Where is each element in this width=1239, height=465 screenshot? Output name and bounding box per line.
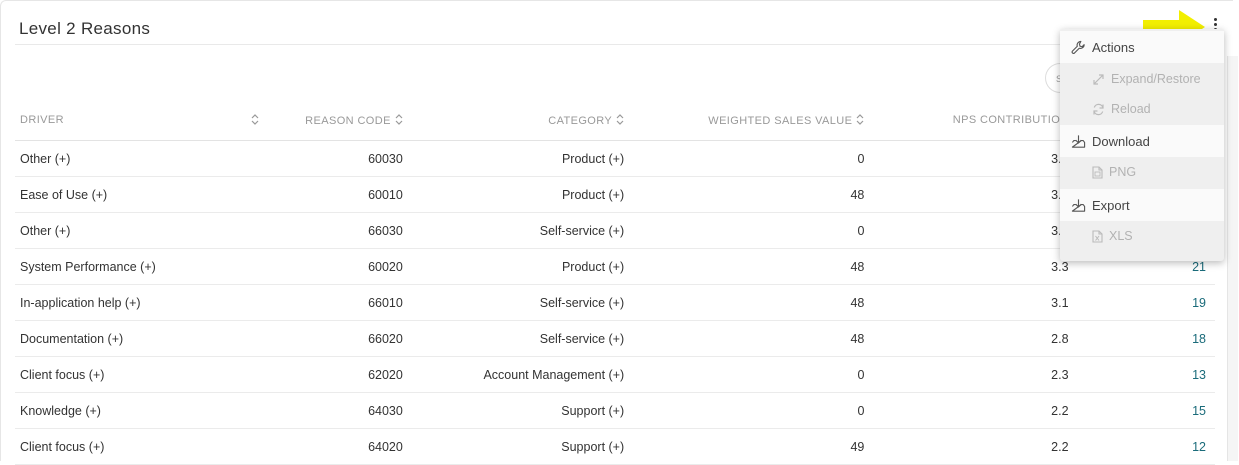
cell-driver: Ease of Use (+) [15,176,263,213]
xls-file-icon [1092,229,1103,243]
cell-reason-code: 66020 [262,320,403,357]
table-row[interactable]: Other (+)66030Self-service (+)03.3 [15,212,1215,249]
cell-nps-contribution: 3.7 [864,176,1069,213]
cell-reason-code: 60010 [262,176,403,213]
cell-reason-code: 66010 [262,284,403,321]
cell-reason-code: 64030 [262,392,403,429]
table-row[interactable]: Documentation (+) 66020 Self-service (+) 48… [15,320,1215,357]
col-header-nps-contribution[interactable]: NPS CONTRIBUTION [864,100,1069,141]
cell-weighted-sales-value: 0 [624,356,865,393]
cell-nps-contribution: 3.9 [864,140,1069,177]
download-icon [1071,134,1086,148]
sort-icon [616,113,624,125]
sort-icon [251,113,259,125]
widget-title: Level 2 Reasons [19,19,151,38]
cell-nps-contribution: 2.3 [864,356,1069,393]
cell-reason-code: 64020 [262,428,403,465]
cell-nps-contribution: 3.3 [864,212,1069,249]
cell-reason-code: 66030 [262,212,403,249]
cell-category: Self-service (+) [402,284,625,321]
cell-weighted-sales-value: 48 [624,284,865,321]
cell-driver: Other (+) [15,212,263,249]
cell-reason-code: 60030 [262,140,403,177]
table-row[interactable]: Other (+)60030Product (+)03.9 [15,140,1215,177]
cell-weighted-sales-value: 48 [624,176,865,213]
table-row[interactable]: In-application help (+) 66010 Self-service… [15,284,1215,321]
cell-nps-contribution: 2.2 [864,428,1069,465]
cell-weighted-sales-value: 0 [624,212,865,249]
col-header-category[interactable]: CATEGORY [402,100,625,141]
widget-panel: Level 2 Reasons S DRIVER REASON CODE CAT… [0,0,1233,465]
cell-category: Self-service (+) [402,320,625,357]
expand-icon [1093,73,1104,85]
cell-count: 15 [1068,392,1215,429]
cell-reason-code: 60020 [262,248,403,285]
cell-category: Support (+) [402,392,625,429]
col-header-driver[interactable]: DRIVER [15,100,243,141]
sort-icon [856,113,864,125]
reasons-table: DRIVER REASON CODE CATEGORY WEIGHTED SAL… [15,100,1215,465]
reload-icon [1093,103,1104,115]
menu-item-png[interactable]: PNG [1060,157,1224,187]
cell-weighted-sales-value: 0 [624,140,865,177]
cell-category: Product (+) [402,140,625,177]
cell-weighted-sales-value: 49 [624,428,865,465]
title-divider [15,44,1219,45]
cell-count: 18 [1068,320,1215,357]
scrollbar[interactable] [1227,56,1238,461]
cell-category: Support (+) [402,428,625,465]
table-row[interactable]: Client focus (+) 64020 Support (+) 49 2.2 12 [15,428,1215,465]
cell-weighted-sales-value: 48 [624,248,865,285]
col-header-weighted-sales-value[interactable]: WEIGHTED SALES VALUE [624,100,865,141]
table-row[interactable]: Knowledge (+) 64030 Support (+) 0 2.2 15 [15,392,1215,429]
table-header-row: DRIVER REASON CODE CATEGORY WEIGHTED SAL… [15,100,1215,141]
wrench-icon [1071,40,1085,54]
cell-nps-contribution: 2.8 [864,320,1069,357]
sort-driver[interactable] [242,100,263,141]
cell-weighted-sales-value: 0 [624,392,865,429]
cell-count: 13 [1068,356,1215,393]
menu-section-download: Download [1060,125,1224,157]
menu-section-export: Export [1060,189,1224,221]
col-header-reason-code[interactable]: REASON CODE [262,100,403,141]
cell-driver: Other (+) [15,140,263,177]
cell-driver: Knowledge (+) [15,392,263,429]
cell-driver: Client focus (+) [15,356,263,393]
cell-count: 12 [1068,428,1215,465]
cell-count: 19 [1068,284,1215,321]
cell-weighted-sales-value: 48 [624,320,865,357]
cell-driver: Documentation (+) [15,320,263,357]
table-row[interactable]: Ease of Use (+)60010Product (+)483.7 [15,176,1215,213]
actions-menu: Actions Expand/Restore Reload Download P… [1060,29,1224,261]
file-icon [1092,165,1103,179]
cell-nps-contribution: 3.1 [864,284,1069,321]
export-icon [1071,198,1086,212]
cell-category: Product (+) [402,176,625,213]
cell-driver: System Performance (+) [15,248,263,285]
cell-driver: Client focus (+) [15,428,263,465]
menu-item-xls[interactable]: XLS [1060,221,1224,251]
menu-item-expand-restore[interactable]: Expand/Restore [1060,64,1224,94]
table-row[interactable]: Client focus (+) 62020 Account Management … [15,356,1215,393]
cell-category: Product (+) [402,248,625,285]
cell-category: Self-service (+) [402,212,625,249]
cell-reason-code: 62020 [262,356,403,393]
menu-item-reload[interactable]: Reload [1060,94,1224,124]
menu-section-actions: Actions [1060,31,1224,63]
sort-icon [395,113,403,125]
table-row[interactable]: System Performance (+) 60020 Product (+) 48… [15,248,1215,285]
cell-driver: In-application help (+) [15,284,263,321]
cell-nps-contribution: 2.2 [864,392,1069,429]
cell-nps-contribution: 3.3 [864,248,1069,285]
cell-category: Account Management (+) [402,356,625,393]
